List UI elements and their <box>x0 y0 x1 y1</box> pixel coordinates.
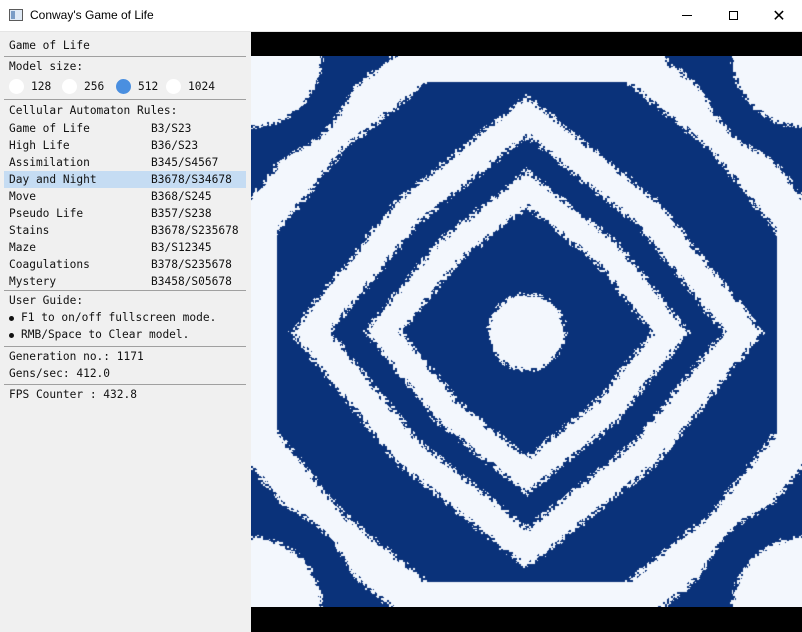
rule-item[interactable]: Coagulations B378/S235678 <box>4 256 246 273</box>
rule-item[interactable]: High Life B36/S23 <box>4 137 246 154</box>
close-button[interactable]: ✕ <box>756 0 802 31</box>
close-icon: ✕ <box>772 5 786 25</box>
rule-code: B36/S23 <box>151 139 199 152</box>
rule-name: Maze <box>9 241 36 254</box>
rule-code: B345/S4567 <box>151 156 219 169</box>
rule-item[interactable]: Assimilation B345/S4567 <box>4 154 246 171</box>
maximize-button[interactable] <box>710 0 756 31</box>
guide-item: RMB/Space to Clear model. <box>21 328 190 341</box>
guide-item: F1 to on/off fullscreen mode. <box>21 311 217 324</box>
radio-button[interactable] <box>9 79 24 94</box>
rule-code: B368/S245 <box>151 190 212 203</box>
rule-name: High Life <box>9 139 70 152</box>
divider <box>4 346 246 347</box>
radio-button[interactable] <box>116 79 131 94</box>
rule-code: B378/S235678 <box>151 258 232 271</box>
radio-label: 256 <box>84 80 105 93</box>
rules-label: Cellular Automaton Rules: <box>9 104 178 117</box>
rule-code: B3/S23 <box>151 122 192 135</box>
model-size-label: Model size: <box>9 60 84 73</box>
rule-name: Pseudo Life <box>9 207 84 220</box>
rule-code: B3458/S05678 <box>151 275 232 288</box>
rule-name: Game of Life <box>9 122 90 135</box>
rule-item[interactable]: Pseudo Life B357/S238 <box>4 205 246 222</box>
control-panel: Game of Life Model size: 128 256 512 1024 C… <box>0 32 251 632</box>
maximize-icon <box>728 11 738 20</box>
panel-header: Game of Life <box>9 39 90 52</box>
generation-counter: Generation no.: 1171 <box>9 350 144 363</box>
rule-item[interactable]: Move B368/S245 <box>4 188 246 205</box>
rule-item[interactable]: Stains B3678/S235678 <box>4 222 246 239</box>
rule-item[interactable]: Mystery B3458/S05678 <box>4 273 246 290</box>
rule-code: B357/S238 <box>151 207 212 220</box>
app-window: Conway's Game of Life ✕ Game of Life Mod… <box>0 0 802 632</box>
radio-label: 1024 <box>188 80 215 93</box>
rule-item[interactable]: Day and Night B3678/S34678 <box>4 171 246 188</box>
window-title: Conway's Game of Life <box>30 8 154 22</box>
minimize-button[interactable] <box>664 0 710 31</box>
rule-code: B3678/S34678 <box>151 173 232 186</box>
radio-button[interactable] <box>62 79 77 94</box>
gens-per-sec: Gens/sec: 412.0 <box>9 367 111 380</box>
rule-name: Day and Night <box>9 173 97 186</box>
radio-label: 512 <box>138 80 159 93</box>
rule-name: Stains <box>9 224 50 237</box>
divider <box>4 290 246 291</box>
rule-code: B3/S12345 <box>151 241 212 254</box>
rule-item[interactable]: Maze B3/S12345 <box>4 239 246 256</box>
divider <box>4 384 246 385</box>
cell-grid-canvas[interactable] <box>251 56 802 607</box>
rule-code: B3678/S235678 <box>151 224 239 237</box>
minimize-icon <box>682 15 692 16</box>
simulation-view[interactable] <box>251 32 802 632</box>
fps-counter: FPS Counter : 432.8 <box>9 388 137 401</box>
rule-name: Move <box>9 190 36 203</box>
rule-name: Mystery <box>9 275 57 288</box>
user-guide-label: User Guide: <box>9 294 84 307</box>
bullet-icon <box>9 316 14 321</box>
rule-name: Coagulations <box>9 258 90 271</box>
window-icon <box>9 9 23 21</box>
radio-button[interactable] <box>166 79 181 94</box>
rule-item[interactable]: Game of Life B3/S23 <box>4 120 246 137</box>
divider <box>4 56 246 57</box>
radio-label: 128 <box>31 80 52 93</box>
title-bar[interactable]: Conway's Game of Life ✕ <box>0 0 802 32</box>
rule-name: Assimilation <box>9 156 90 169</box>
bullet-icon <box>9 333 14 338</box>
divider <box>4 99 246 100</box>
